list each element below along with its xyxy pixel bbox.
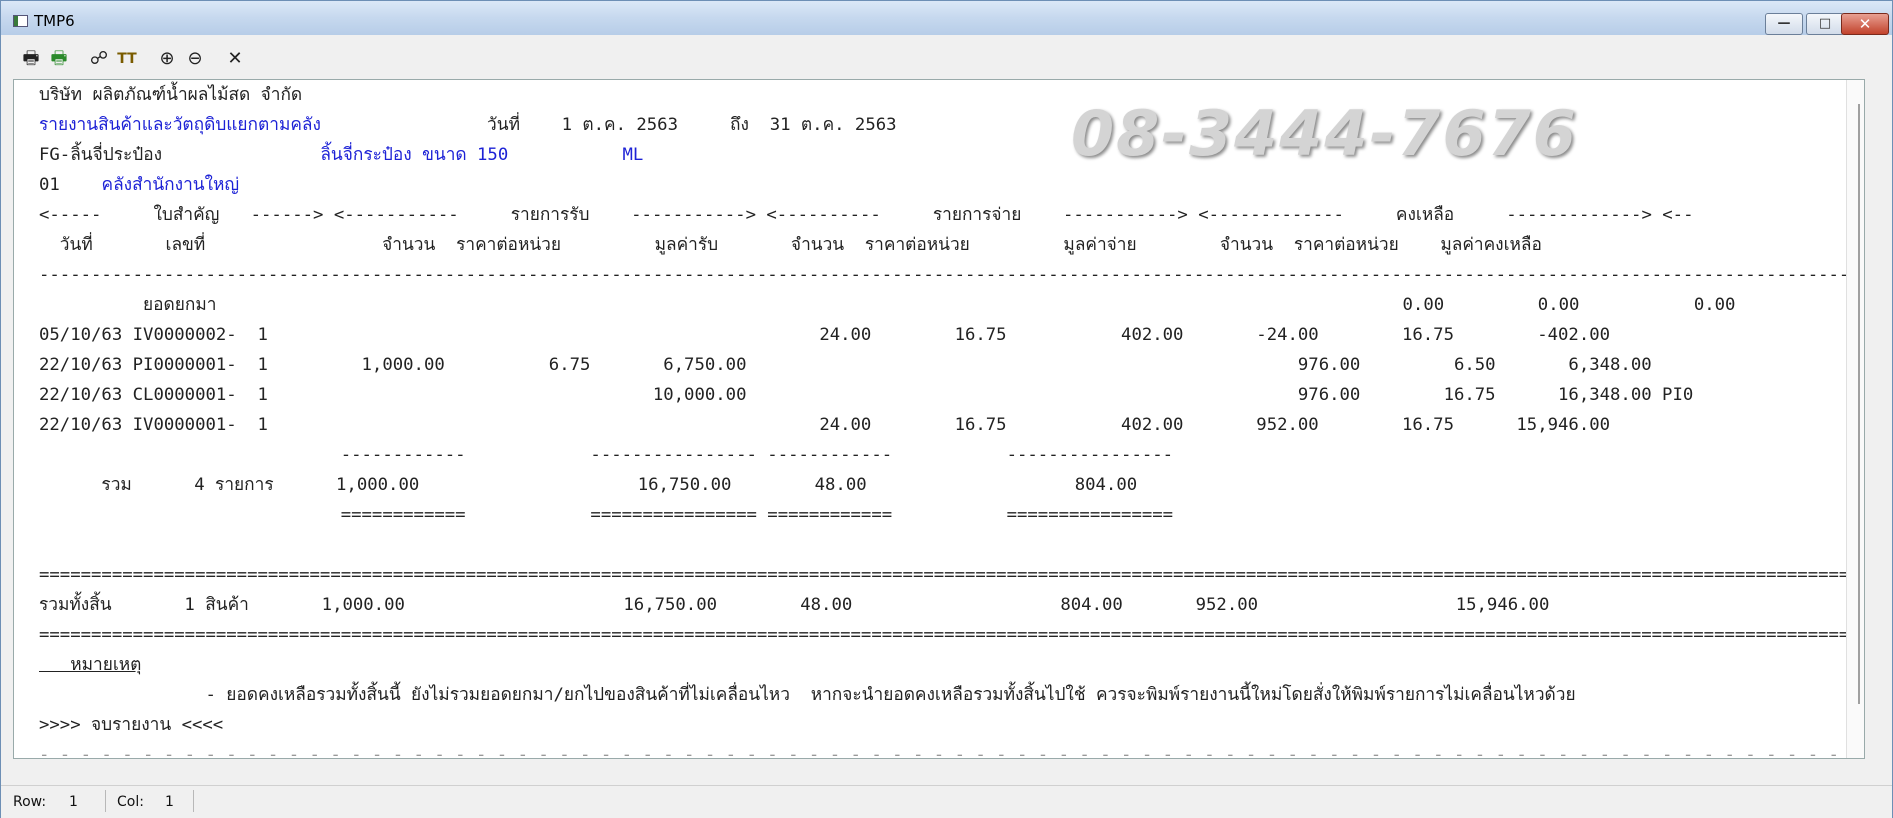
close-window-button[interactable]: ✕	[1841, 13, 1889, 35]
report-line: รวม 4 รายการ 1,000.00 16,750.00 48.00 80…	[39, 475, 1138, 495]
minimize-icon: —	[1777, 16, 1791, 31]
report-field: ML	[622, 145, 644, 165]
report-line: >>>> จบรายงาน <<<<	[39, 715, 224, 735]
print-setup-button[interactable]: 🖶	[47, 47, 71, 71]
row-value: 1	[69, 794, 78, 810]
status-divider	[105, 790, 106, 812]
report-line: วันที่ เลขที่ จำนวน ราคาต่อหน่วย มูลค่าร…	[39, 235, 1542, 255]
watermark-phone: 08-3444-7676	[1071, 97, 1578, 170]
report-line: 22/10/63 CL0000001- 1 10,000.00 976.00 1…	[39, 385, 1694, 405]
report-line: 22/10/63 IV0000001- 1 24.00 16.75 402.00…	[39, 415, 1611, 435]
report-line: - - - - - - - - - - - - - - - - - - - - …	[39, 745, 1865, 759]
report-line: ----------------------------------------…	[39, 265, 1865, 285]
report-window: TMP6 — □ ✕ 🖶 🖶 ☍ TT ⊕ ⊖ ✕ บริษัท ผลิตภัณ…	[0, 0, 1893, 818]
report-line: ========================================…	[39, 565, 1865, 585]
binoculars-icon: ☍	[89, 48, 109, 69]
title-bar[interactable]: TMP6 — □ ✕	[1, 1, 1892, 35]
zoom-in-icon: ⊕	[159, 48, 175, 69]
report-line: ------------ ---------------- ----------…	[39, 445, 1174, 465]
find-button[interactable]: ☍	[87, 47, 111, 71]
report-line: หมายเหตุ	[39, 655, 142, 675]
report-line: 22/10/63 PI0000001- 1 1,000.00 6.75 6,75…	[39, 355, 1652, 375]
report-view[interactable]: บริษัท ผลิตภัณฑ์น้ำผลไม้สด จำกัดรายงานสิ…	[13, 79, 1865, 759]
font-icon: TT	[117, 51, 137, 67]
font-button[interactable]: TT	[115, 47, 139, 71]
close-icon: ✕	[1858, 15, 1872, 33]
col-value: 1	[165, 794, 174, 810]
report-line: ============ ================ ==========…	[39, 505, 1174, 525]
printer-setup-icon: 🖶	[50, 48, 68, 69]
report-field: ลิ้นจี่กระป๋อง ขนาด 150	[320, 145, 509, 165]
maximize-button[interactable]: □	[1806, 13, 1844, 35]
report-line: ยอดยกมา 0.00 0.00 0.00	[39, 295, 1736, 315]
toolbar: 🖶 🖶 ☍ TT ⊕ ⊖ ✕	[13, 45, 1880, 73]
app-icon	[13, 15, 28, 27]
status-bar: Row: 1 Col: 1	[1, 785, 1892, 818]
report-line: <----- ใบสำคัญ ------> <----------- รายก…	[39, 205, 1694, 225]
maximize-icon: □	[1818, 16, 1832, 31]
report-line: รายงานสินค้าและวัตถุดิบแยกตามคลัง	[39, 115, 321, 135]
report-field: คลังสำนักงานใหญ่	[101, 175, 240, 195]
report-line: ========================================…	[39, 625, 1865, 645]
report-line: รวมทั้งสิ้น 1 สินค้า 1,000.00 16,750.00 …	[39, 595, 1550, 615]
report-line: 01	[39, 175, 60, 195]
window-title: TMP6	[34, 12, 75, 30]
minimize-button[interactable]: —	[1765, 13, 1803, 35]
vertical-scrollbar[interactable]	[1846, 80, 1864, 758]
col-label: Col:	[117, 794, 144, 810]
report-field: วันที่ 1 ต.ค. 2563 ถึง 31 ต.ค. 2563	[487, 115, 897, 135]
scroll-thumb[interactable]	[1858, 104, 1860, 704]
row-label: Row:	[13, 794, 47, 810]
report-line: - ยอดคงเหลือรวมทั้งสิ้นนี้ ยังไม่รวมยอดย…	[39, 685, 1576, 705]
close-icon: ✕	[227, 48, 243, 69]
report-line: FG-ลิ้นจี่ประป๋อง	[39, 145, 163, 165]
report-line: 05/10/63 IV0000002- 1 24.00 16.75 402.00…	[39, 325, 1611, 345]
zoom-out-button[interactable]: ⊖	[183, 47, 207, 71]
printer-icon: 🖶	[22, 48, 40, 69]
close-report-button[interactable]: ✕	[223, 47, 247, 71]
report-line: บริษัท ผลิตภัณฑ์น้ำผลไม้สด จำกัด	[39, 85, 303, 105]
zoom-in-button[interactable]: ⊕	[155, 47, 179, 71]
zoom-out-icon: ⊖	[187, 48, 203, 69]
status-divider	[193, 790, 194, 812]
print-button[interactable]: 🖶	[19, 47, 43, 71]
